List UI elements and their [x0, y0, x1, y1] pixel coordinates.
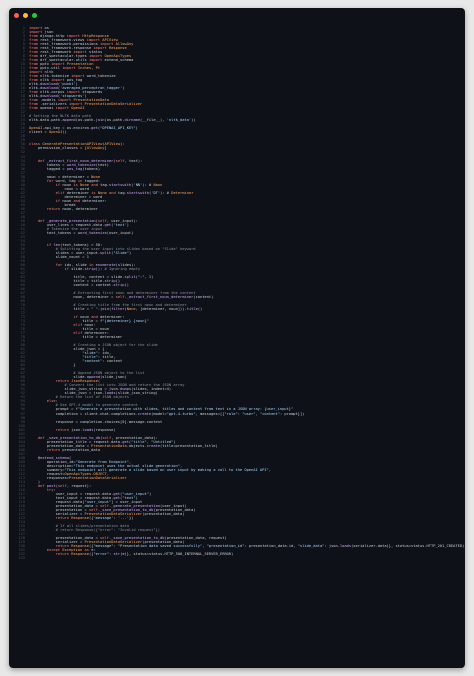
maximize-window-button[interactable]: [32, 12, 37, 18]
code-area[interactable]: 1 import os 2 import json 3 from django.http …: [9, 26, 465, 668]
minimize-window-button[interactable]: [23, 12, 28, 18]
editor-window: 1 import os 2 import json 3 from django.http …: [9, 8, 465, 668]
line-number: 133: [18, 556, 25, 561]
close-window-button[interactable]: [14, 12, 19, 18]
line-text: [29, 556, 465, 560]
code-line: 133: [9, 556, 465, 560]
title-bar: [9, 8, 465, 22]
